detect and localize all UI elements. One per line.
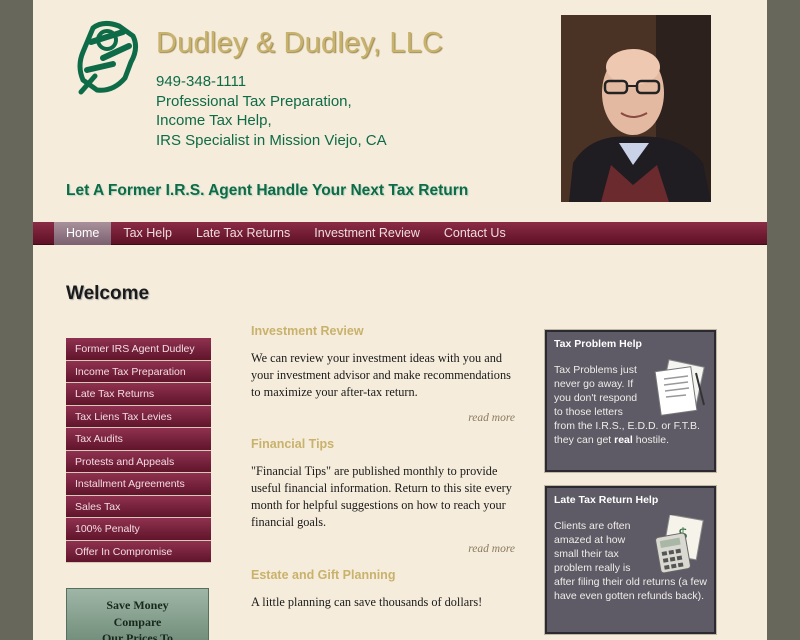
tax-letters-icon: [654, 359, 705, 416]
sidebar-item-offer-in-compromise[interactable]: Offer In Compromise: [66, 540, 211, 563]
page-container: Dudley & Dudley, LLC 949-348-1111 Profes…: [33, 0, 767, 640]
phone-number[interactable]: 949-348-1111: [156, 72, 387, 92]
sidebar-item-late-tax-returns[interactable]: Late Tax Returns: [66, 383, 211, 406]
nav-home[interactable]: Home: [54, 222, 112, 245]
sidebar-item-100-penalty[interactable]: 100% Penalty: [66, 518, 211, 541]
read-more-link[interactable]: read more: [251, 412, 515, 424]
box-text-part: hostile.: [632, 434, 669, 446]
section-body-investment-review: We can review your investment ideas with…: [251, 351, 511, 399]
promo-line-1: Save Money: [106, 598, 169, 612]
compare-prices-promo[interactable]: Save Money Compare Our Prices To: [66, 588, 209, 640]
box-title[interactable]: Tax Problem Help: [554, 338, 707, 350]
sidebar-item-former-irs-agent[interactable]: Former IRS Agent Dudley: [66, 338, 211, 361]
sidebar-item-installment-agreements[interactable]: Installment Agreements: [66, 473, 211, 496]
nav-late-tax-returns[interactable]: Late Tax Returns: [184, 222, 302, 245]
sidebar-nav: Former IRS Agent Dudley Income Tax Prepa…: [66, 338, 211, 563]
main-content: Investment Review We can review your inv…: [251, 324, 515, 610]
tax-problem-help-box: Tax Problem Help Tax Problems just never…: [545, 330, 716, 472]
sidebar-item-sales-tax[interactable]: Sales Tax: [66, 495, 211, 518]
read-more-link[interactable]: read more: [251, 543, 515, 555]
tagline-line-1: Professional Tax Preparation,: [156, 92, 352, 110]
header-slogan: Let A Former I.R.S. Agent Handle Your Ne…: [66, 182, 469, 199]
box-title[interactable]: Late Tax Return Help: [554, 494, 707, 506]
section-body-financial-tips: "Financial Tips" are published monthly t…: [251, 464, 512, 529]
calculator-icon: $: [655, 515, 704, 573]
section-body-estate-gift-planning: A little planning can save thousands of …: [251, 594, 483, 609]
section-title-financial-tips[interactable]: Financial Tips: [251, 437, 515, 451]
late-tax-return-help-box: Late Tax Return Help $ Clients are often…: [545, 486, 716, 634]
sidebar-item-income-tax-preparation[interactable]: Income Tax Preparation: [66, 360, 211, 383]
main-nav: Home Tax Help Late Tax Returns Investmen…: [33, 222, 767, 245]
portrait-photo: [561, 15, 711, 202]
promo-line-3: Our Prices To: [101, 631, 174, 640]
company-logo-icon: [77, 20, 139, 95]
promo-line-2: Compare: [113, 614, 162, 629]
section-title-investment-review[interactable]: Investment Review: [251, 324, 515, 338]
tagline-line-3: IRS Specialist in Mission Viejo, CA: [156, 131, 387, 149]
nav-contact-us[interactable]: Contact Us: [432, 222, 518, 245]
sidebar-item-tax-liens-levies[interactable]: Tax Liens Tax Levies: [66, 405, 211, 428]
tagline-line-2: Income Tax Help,: [156, 112, 272, 129]
sidebar-item-protests-appeals[interactable]: Protests and Appeals: [66, 450, 211, 473]
section-title-estate-gift-planning[interactable]: Estate and Gift Planning: [251, 568, 515, 582]
box-text-emphasis: real: [614, 434, 633, 446]
header-info: 949-348-1111 Professional Tax Preparatio…: [156, 72, 387, 150]
site-title: Dudley & Dudley, LLC: [156, 27, 444, 59]
page-heading: Welcome: [66, 283, 150, 304]
sidebar-item-tax-audits[interactable]: Tax Audits: [66, 428, 211, 451]
nav-tax-help[interactable]: Tax Help: [111, 222, 184, 245]
nav-investment-review[interactable]: Investment Review: [302, 222, 432, 245]
